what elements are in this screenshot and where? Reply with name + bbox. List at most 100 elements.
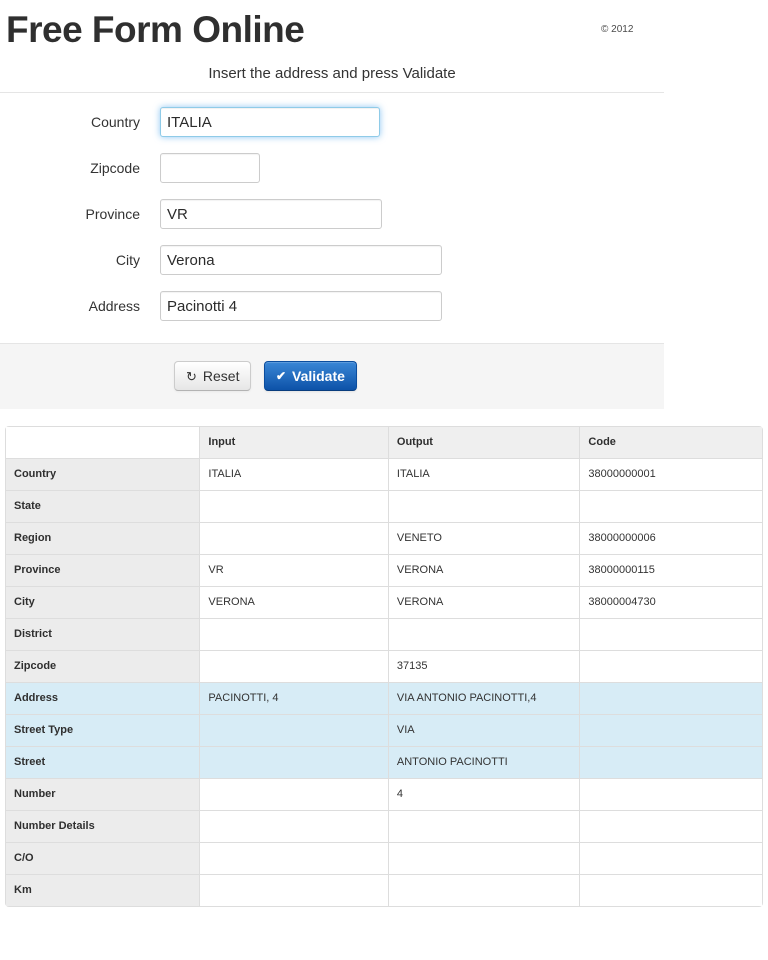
validate-button-label: Validate: [292, 368, 345, 384]
city-input[interactable]: [160, 245, 442, 275]
row-label: Number Details: [6, 810, 200, 842]
cell-input: [199, 618, 388, 650]
field-group-province: Province: [0, 199, 664, 229]
country-input[interactable]: [160, 107, 380, 137]
table-row: Address PACINOTTI, 4 VIA ANTONIO PACINOTTI…: [6, 682, 762, 714]
cell-code: [579, 778, 762, 810]
row-label: Country: [6, 458, 200, 490]
table-row: Street Type VIA: [6, 714, 762, 746]
validate-button[interactable]: ✔ Validate: [263, 361, 357, 391]
cell-code: [579, 810, 762, 842]
table-row: Region VENETO 38000000006: [6, 522, 762, 554]
row-label: City: [6, 586, 200, 618]
cell-output: [387, 874, 580, 906]
cell-output: VIA: [387, 714, 580, 746]
table-row: Number 4: [6, 778, 762, 810]
table-row: Province VR VERONA 38000000115: [6, 554, 762, 586]
table-row: Zipcode 37135: [6, 650, 762, 682]
address-input[interactable]: [160, 291, 442, 321]
field-group-address: Address: [0, 291, 664, 321]
column-header-code: Code: [579, 427, 762, 458]
address-label: Address: [88, 298, 140, 314]
province-control: [160, 199, 664, 229]
check-icon: ✔: [275, 369, 286, 383]
row-label: Street Type: [6, 714, 200, 746]
cell-output: ITALIA: [387, 458, 580, 490]
cell-code: [579, 650, 762, 682]
page-header: Free Form Online © 2012: [0, 0, 768, 64]
cell-output: [387, 490, 580, 522]
cell-input: [199, 522, 388, 554]
table-row: Number Details: [6, 810, 762, 842]
row-label: Region: [6, 522, 200, 554]
column-header-input: Input: [199, 427, 388, 458]
cell-output: VIA ANTONIO PACINOTTI,4: [387, 682, 580, 714]
row-label: Km: [6, 874, 200, 906]
cell-output: ANTONIO PACINOTTI: [387, 746, 580, 778]
cell-input: [199, 778, 388, 810]
reset-button-label: Reset: [202, 368, 240, 384]
result-table-body: Country ITALIA ITALIA 38000000001 State Regio…: [6, 458, 762, 906]
column-header-output: Output: [387, 427, 580, 458]
table-row: City VERONA VERONA 38000004730: [6, 586, 762, 618]
cell-code: [579, 842, 762, 874]
cell-output: 4: [387, 778, 580, 810]
zipcode-control: [160, 153, 664, 183]
cell-input: [199, 810, 388, 842]
row-label: State: [6, 490, 200, 522]
zipcode-input[interactable]: [160, 153, 260, 183]
cell-code: [579, 490, 762, 522]
cell-input: VERONA: [199, 586, 388, 618]
zipcode-label: Zipcode: [90, 160, 140, 176]
row-label: Province: [6, 554, 200, 586]
row-label: Zipcode: [6, 650, 200, 682]
copyright-notice: © 2012: [601, 24, 634, 35]
form-legend: Insert the address and press Validate: [0, 64, 664, 93]
field-group-city: City: [0, 245, 664, 275]
field-group-zipcode: Zipcode: [0, 153, 664, 183]
result-table-header-row: Input Output Code: [6, 427, 762, 458]
cell-output: [387, 618, 580, 650]
cell-output: VERONA: [387, 586, 580, 618]
country-label: Country: [90, 114, 140, 130]
table-row: Country ITALIA ITALIA 38000000001: [6, 458, 762, 490]
cell-input: [199, 842, 388, 874]
cell-input: [199, 746, 388, 778]
result-table: Input Output Code Country ITALIA ITALIA 380…: [5, 426, 763, 907]
reset-button[interactable]: ↻ Reset: [174, 361, 252, 391]
row-label: C/O: [6, 842, 200, 874]
column-header-blank: [6, 427, 200, 458]
address-control: [160, 291, 664, 321]
table-row: District: [6, 618, 762, 650]
cell-input: [199, 714, 388, 746]
table-row: State: [6, 490, 762, 522]
cell-code: 38000000115: [579, 554, 762, 586]
cell-code: [579, 682, 762, 714]
address-form: Insert the address and press Validate Co…: [0, 64, 664, 409]
cell-code: 38000004730: [579, 586, 762, 618]
cell-code: [579, 874, 762, 906]
cell-code: 38000000001: [579, 458, 762, 490]
row-label: Number: [6, 778, 200, 810]
table-row: Km: [6, 874, 762, 906]
cell-code: [579, 746, 762, 778]
page-title: Free Form Online: [6, 9, 305, 50]
cell-output: VENETO: [387, 522, 580, 554]
cell-input: [199, 650, 388, 682]
page-root: Free Form Online © 2012 Insert the addre…: [0, 0, 768, 960]
city-label: City: [115, 252, 140, 268]
row-label: District: [6, 618, 200, 650]
field-group-country: Country: [0, 107, 664, 137]
cell-input: ITALIA: [199, 458, 388, 490]
cell-output: [387, 842, 580, 874]
cell-input: PACINOTTI, 4: [199, 682, 388, 714]
cell-output: 37135: [387, 650, 580, 682]
province-label: Province: [85, 206, 140, 222]
cell-output: [387, 810, 580, 842]
row-label: Address: [6, 682, 200, 714]
row-label: Street: [6, 746, 200, 778]
cell-input: VR: [199, 554, 388, 586]
cell-input: [199, 490, 388, 522]
country-control: [160, 107, 664, 137]
province-input[interactable]: [160, 199, 382, 229]
